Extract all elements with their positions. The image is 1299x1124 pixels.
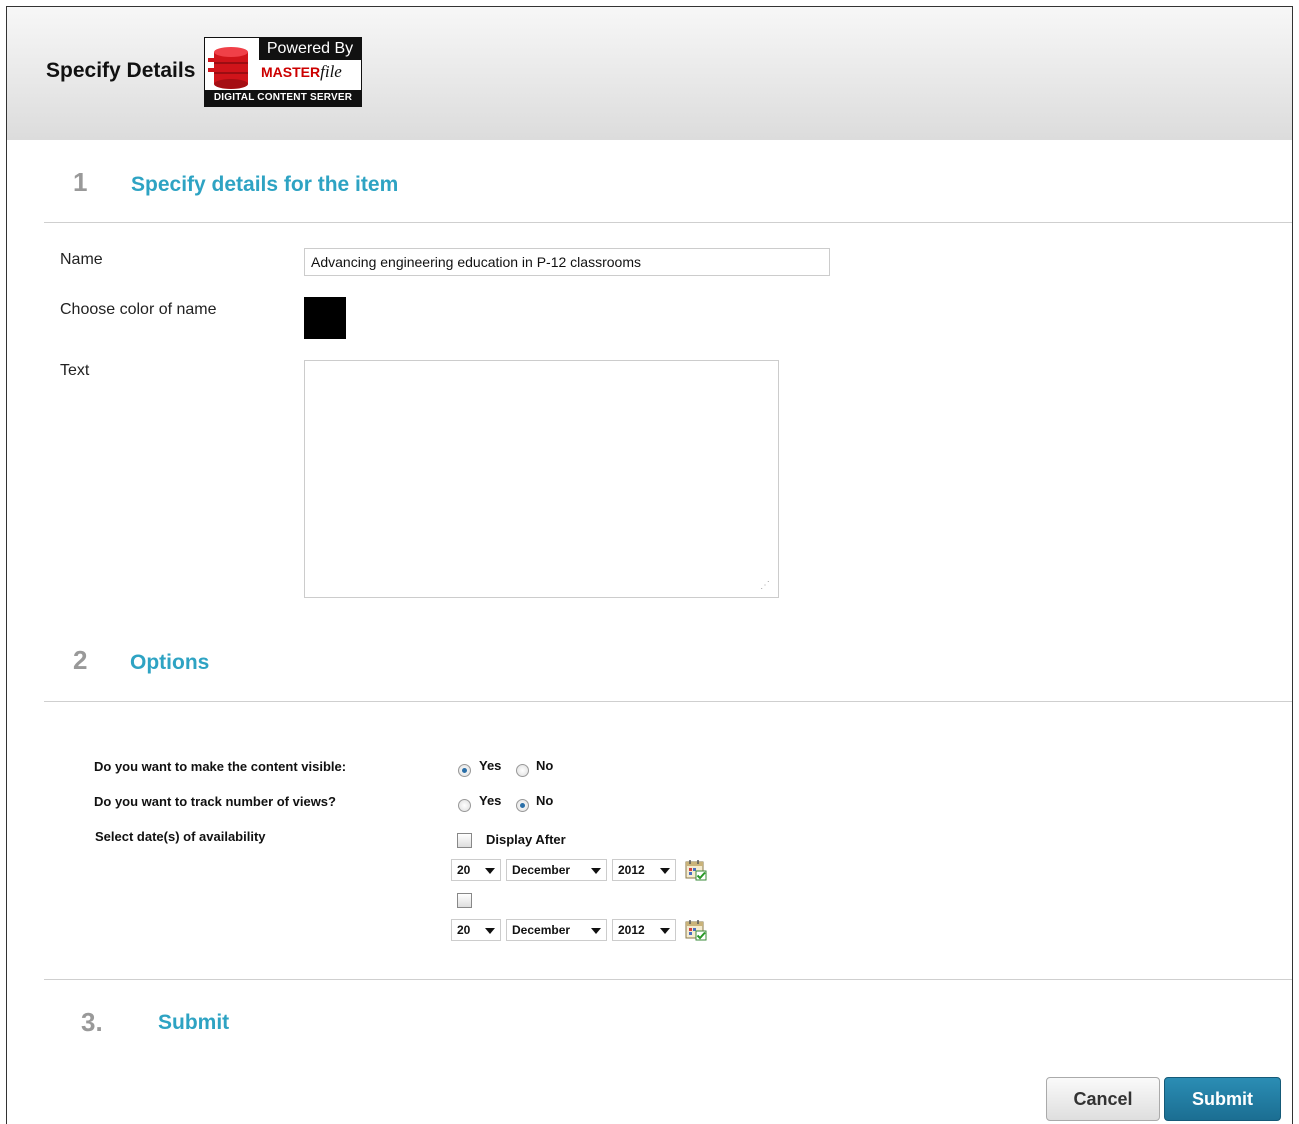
chevron-down-icon [591, 928, 601, 934]
date2-day-value: 20 [457, 923, 471, 937]
display-until-checkbox[interactable] [457, 893, 472, 908]
chevron-down-icon [591, 868, 601, 874]
color-label: Choose color of name [60, 301, 217, 318]
step-2-title: Options [130, 651, 210, 674]
step-3-title: Submit [158, 1011, 230, 1034]
logo-brand-file: file [320, 62, 342, 81]
dates-label: Select date(s) of availability [95, 829, 266, 844]
date1-day-select[interactable]: 20 [451, 859, 501, 881]
date2-day-select[interactable]: 20 [451, 919, 501, 941]
masterfile-logo: Powered By MASTERfile DIGITAL CONTENT SE… [204, 37, 362, 107]
dialog-frame: Specify Details Powered By MASTERfile DI… [6, 6, 1293, 1124]
track-yes-label[interactable]: Yes [479, 793, 501, 808]
chevron-down-icon [660, 868, 670, 874]
chevron-down-icon [660, 928, 670, 934]
dialog-header: Specify Details Powered By MASTERfile DI… [7, 7, 1292, 140]
step-3-number: 3. [81, 1007, 103, 1037]
submit-button[interactable]: Submit [1164, 1077, 1281, 1121]
logo-powered-by: Powered By [259, 38, 361, 60]
section-divider [44, 701, 1292, 702]
date1-day-value: 20 [457, 863, 471, 877]
track-no-label[interactable]: No [536, 793, 553, 808]
visible-no-label[interactable]: No [536, 758, 553, 773]
date1-month-select[interactable]: December [506, 859, 607, 881]
visible-yes-radio[interactable] [458, 764, 471, 777]
date1-month-value: December [512, 863, 571, 877]
date1-year-select[interactable]: 2012 [612, 859, 676, 881]
date2-year-value: 2012 [618, 923, 645, 937]
text-textarea[interactable] [304, 360, 779, 598]
name-color-picker[interactable] [304, 297, 346, 339]
date2-month-value: December [512, 923, 571, 937]
display-after-checkbox[interactable] [457, 833, 472, 848]
calendar-icon[interactable] [685, 859, 707, 881]
display-after-label[interactable]: Display After [486, 832, 566, 847]
date2-month-select[interactable]: December [506, 919, 607, 941]
chevron-down-icon [485, 868, 495, 874]
name-label: Name [60, 251, 103, 268]
track-yes-radio[interactable] [458, 799, 471, 812]
visible-no-radio[interactable] [516, 764, 529, 777]
section-divider [44, 222, 1292, 223]
cancel-button[interactable]: Cancel [1046, 1077, 1160, 1121]
name-input[interactable] [304, 248, 830, 276]
page-title: Specify Details [46, 59, 196, 82]
resize-grip-icon[interactable]: ⋰ [760, 580, 772, 592]
section-divider [44, 979, 1292, 980]
date2-year-select[interactable]: 2012 [612, 919, 676, 941]
calendar-icon[interactable] [685, 919, 707, 941]
logo-brand: MASTERfile [261, 63, 342, 81]
visible-yes-label[interactable]: Yes [479, 758, 501, 773]
date1-year-value: 2012 [618, 863, 645, 877]
database-icon [208, 47, 248, 89]
step-1-number: 1 [73, 167, 88, 197]
visible-question: Do you want to make the content visible: [94, 759, 347, 774]
chevron-down-icon [485, 928, 495, 934]
step-1-title: Specify details for the item [131, 173, 399, 196]
text-label: Text [60, 362, 90, 379]
logo-brand-master: MASTER [261, 64, 321, 80]
logo-tagline: DIGITAL CONTENT SERVER [205, 90, 361, 106]
track-question: Do you want to track number of views? [94, 794, 336, 809]
track-no-radio[interactable] [516, 799, 529, 812]
step-2-number: 2 [73, 645, 88, 675]
